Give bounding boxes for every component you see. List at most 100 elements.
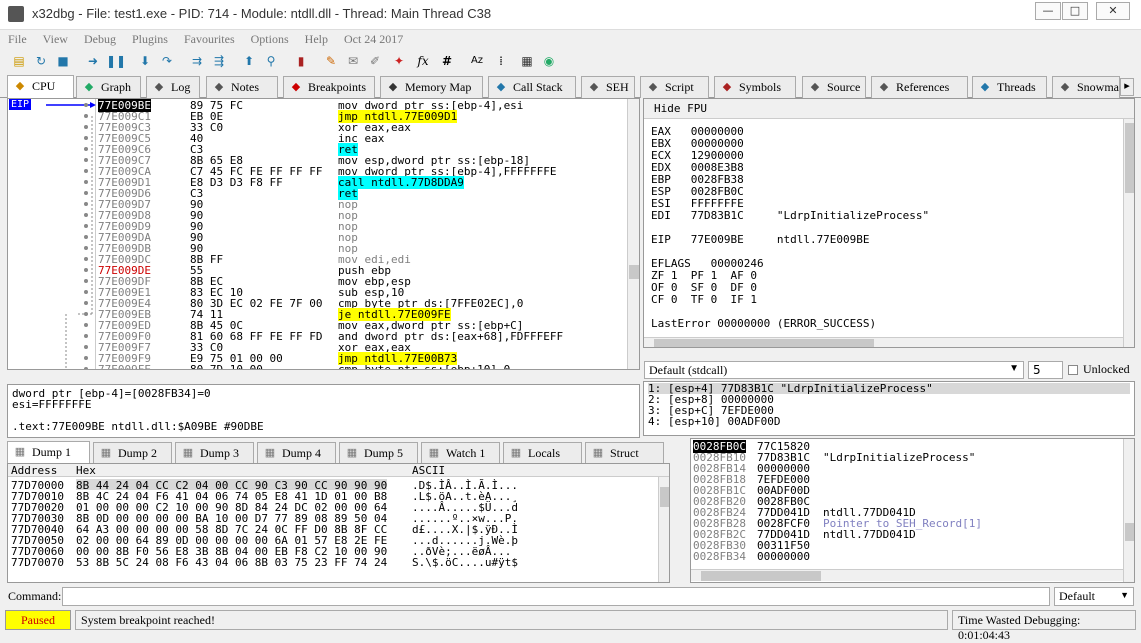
dump-hex[interactable]: 00 00 8B F0 56 E8 3B 8B 04 00 EB F8 C2 1… (76, 545, 387, 558)
stack-view[interactable]: 0028FB0C 77C15820 0028FB10 77D83B1C "LdrpIni… (690, 438, 1135, 583)
registers-view[interactable]: Hide FPU EAX 00000000 EBX 00000000 ECX 129… (643, 98, 1135, 348)
breakpoint-dot[interactable] (84, 257, 88, 261)
step-over-icon[interactable]: ↷ (158, 52, 176, 70)
dump-hex[interactable]: 01 00 00 00 C2 10 00 90 8D 84 24 DC 02 0… (76, 501, 387, 514)
registers-scrollbar[interactable] (1123, 119, 1134, 347)
tab-script[interactable]: ◆ Script (640, 76, 709, 98)
dump-scrollbar[interactable] (658, 477, 669, 582)
breakpoint-dot[interactable] (84, 191, 88, 195)
dump-hex[interactable]: 64 A3 00 00 00 00 58 8D 7C 24 0C FF D0 8… (76, 523, 387, 536)
pause-icon[interactable]: ❚❚ (106, 52, 126, 70)
tab-log[interactable]: ◆ Log (146, 76, 200, 98)
disasm-row[interactable]: 77E009DC 8B FF mov edi,edi (8, 253, 639, 266)
dump-hex[interactable]: 53 8B 5C 24 08 F6 43 04 06 8B 03 75 23 F… (76, 556, 387, 569)
stack-row[interactable]: 0028FB1C 00ADF00D (691, 484, 1134, 497)
tab-source[interactable]: ◆ Source (802, 76, 866, 98)
disasm-row[interactable]: 77E009F0 81 60 68 FF FE FF FD and dword pt… (8, 330, 639, 343)
function-icon[interactable]: fx (414, 52, 432, 70)
comment-icon[interactable]: ✉ (344, 52, 362, 70)
dump-ascii[interactable]: .D$.ÌÂ..Ì.Ã.Ì... (412, 479, 518, 492)
disasm-row[interactable]: 77E009F7 33 C0 xor eax,eax (8, 341, 639, 354)
breakpoint-dot[interactable] (84, 158, 88, 162)
dump-hex[interactable]: 8B 0D 00 00 00 00 BA 10 00 D7 77 89 08 8… (76, 512, 387, 525)
breakpoint-dot[interactable] (84, 268, 88, 272)
breakpoint-dot[interactable] (84, 345, 88, 349)
disasm-row[interactable]: 77E009DF 8B EC mov ebp,esp (8, 275, 639, 288)
dump-view[interactable]: Address Hex ASCII 77D70000 8B 44 24 04 CC… (7, 463, 670, 583)
disasm-row[interactable]: 77E009DB 90 nop (8, 242, 639, 255)
open-icon[interactable]: ▤ (10, 52, 28, 70)
tabs-scroll-right-icon[interactable]: ▸ (1120, 78, 1134, 96)
dump-address[interactable]: 77D70020 (11, 501, 64, 514)
tab-seh[interactable]: ◆ SEH (581, 76, 635, 98)
dump-ascii[interactable]: ...d......j.Wè.þ (412, 534, 518, 547)
breakpoint-dot[interactable] (84, 202, 88, 206)
disasm-row[interactable]: 77E009DE 55 push ebp (8, 264, 639, 277)
calling-convention-select[interactable]: Default (stdcall) ▼ (644, 361, 1024, 379)
stack-row[interactable]: 0028FB0C 77C15820 (691, 440, 1134, 453)
stack-row[interactable]: 0028FB2C 77DD041D ntdll.77DD041D (691, 528, 1134, 541)
menu-item-4[interactable]: Favourites (184, 30, 235, 48)
breakpoint-dot[interactable] (84, 169, 88, 173)
command-mode-select[interactable]: Default ▼ (1054, 587, 1134, 606)
dump-ascii[interactable]: d£....X.|$.ÿÐ..Ì (412, 523, 518, 536)
menu-item-3[interactable]: Plugins (132, 30, 168, 48)
maximize-button[interactable]: □ (1062, 2, 1088, 20)
register-line[interactable]: EDI 77D83B1C "LdrpInitializeProcess" (651, 209, 929, 222)
stack-row[interactable]: 0028FB30 00311F50 (691, 539, 1134, 552)
disasm-row[interactable]: 77E009D8 90 nop (8, 209, 639, 222)
step-into-icon[interactable]: ⬇ (136, 52, 154, 70)
stack-row[interactable]: 0028FB10 77D83B1C "LdrpInitializeProcess" (691, 451, 1134, 464)
stack-scrollbar[interactable] (1123, 439, 1134, 582)
call-argument-row[interactable]: 4: [esp+10] 00ADF00D (648, 416, 1130, 427)
menu-item-0[interactable]: File (8, 30, 27, 48)
tab-cpu[interactable]: ◆ CPU (7, 75, 74, 99)
disasm-row[interactable]: 77E009E1 83 EC 10 sub esp,10 (8, 286, 639, 299)
stack-hscrollbar[interactable] (691, 569, 1123, 581)
stack-row[interactable]: 0028FB14 00000000 (691, 462, 1134, 475)
dump-hex[interactable]: 02 00 00 64 89 0D 00 00 00 00 6A 01 57 E… (76, 534, 387, 547)
patch-icon[interactable]: ✎ (322, 52, 340, 70)
tab-graph[interactable]: ◆ Graph (76, 76, 141, 98)
strings-icon[interactable]: Az (468, 52, 486, 70)
breakpoint-dot[interactable] (84, 136, 88, 140)
tab-call-stack[interactable]: ◆ Call Stack (488, 76, 576, 98)
run-to-user-code-icon[interactable]: ⚲ (262, 52, 280, 70)
menu-item-5[interactable]: Options (251, 30, 289, 48)
register-line[interactable]: CF 0 TF 0 IF 1 (651, 293, 757, 306)
breakpoint-dot[interactable] (84, 213, 88, 217)
trace-into-icon[interactable]: ⇉ (188, 52, 206, 70)
tab-breakpoints[interactable]: ◆ Breakpoints (283, 76, 375, 98)
breakpoint-dot[interactable] (84, 323, 88, 327)
menu-item-2[interactable]: Debug (84, 30, 116, 48)
breakpoint-dot[interactable] (84, 246, 88, 250)
menu-item-7[interactable]: Oct 24 2017 (344, 30, 403, 48)
disasm-row[interactable]: 77E009ED 8B 45 0C mov eax,dword ptr ss:[eb… (8, 319, 639, 332)
dump-address[interactable]: 77D70000 (11, 479, 64, 492)
stack-row[interactable]: 0028FB24 77DD041D ntdll.77DD041D (691, 506, 1134, 519)
disasm-scrollbar[interactable] (627, 99, 639, 369)
disasm-row[interactable]: 77E009BE 89 75 FC mov dword ptr ss:[ebp-4]… (8, 99, 639, 112)
tab-struct[interactable]: ▦ Struct (585, 442, 664, 464)
close-button[interactable]: ✕ (1096, 2, 1130, 20)
disasm-row[interactable]: 77E009C6 C3 ret (8, 143, 639, 156)
breakpoint-dot[interactable] (84, 312, 88, 316)
hide-fpu-button[interactable]: Hide FPU (644, 99, 1134, 119)
register-line[interactable]: EIP 77E009BE ntdll.77E009BE (651, 233, 870, 246)
dump-address[interactable]: 77D70070 (11, 556, 64, 569)
tab-dump-5[interactable]: ▦ Dump 5 (339, 442, 418, 464)
stack-row[interactable]: 0028FB28 0028FCF0 Pointer to SEH_Record[1] (691, 517, 1134, 530)
disasm-row[interactable]: 77E009DA 90 nop (8, 231, 639, 244)
dump-ascii[interactable]: S.\$.öC....u#ÿt$ (412, 556, 518, 569)
dump-ascii[interactable]: .L$.öA..t.èA...¸ (412, 490, 518, 503)
unlocked-checkbox[interactable] (1068, 365, 1078, 375)
menu-item-1[interactable]: View (43, 30, 68, 48)
tab-references[interactable]: ◆ References (871, 76, 968, 98)
breakpoint-dot[interactable] (84, 356, 88, 360)
command-input[interactable] (62, 587, 1050, 606)
dump-ascii[interactable]: ....Â.....$Ü...d (412, 501, 518, 514)
breakpoint-dot[interactable] (84, 334, 88, 338)
tab-memory-map[interactable]: ◆ Memory Map (380, 76, 483, 98)
tab-threads[interactable]: ◆ Threads (972, 76, 1047, 98)
dump-address[interactable]: 77D70010 (11, 490, 64, 503)
